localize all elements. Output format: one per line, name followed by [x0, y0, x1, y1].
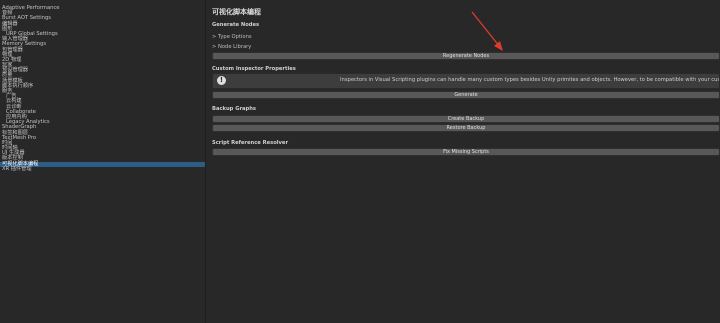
page-title: 可视化脚本编程	[212, 8, 261, 16]
generate-nodes-header: Generate Nodes	[212, 22, 260, 28]
create-backup-button[interactable]: Create Backup	[212, 115, 720, 123]
sidebar-item[interactable]: XR 插件管理	[0, 166, 205, 172]
restore-backup-button[interactable]: Restore Backup	[212, 124, 720, 132]
info-icon: !	[217, 76, 226, 85]
info-text: Inspectors in Visual Scripting plugins c…	[340, 77, 719, 83]
script-reference-resolver-header: Script Reference Resolver	[212, 140, 289, 146]
type-options-foldout[interactable]: > Type Options	[212, 34, 252, 40]
regenerate-nodes-button[interactable]: Regenerate Nodes	[212, 52, 720, 60]
visual-scripting-settings-panel: 可视化脚本编程 Generate Nodes > Type Options > …	[207, 0, 720, 323]
fix-missing-scripts-button[interactable]: Fix Missing Scripts	[212, 148, 720, 156]
settings-sidebar: Adaptive Performance 音频 Burst AOT Settings…	[0, 0, 206, 323]
node-library-foldout[interactable]: > Node Library	[212, 44, 251, 50]
info-helpbox: ! Inspectors in Visual Scripting plugins…	[212, 73, 720, 89]
generate-button[interactable]: Generate	[212, 91, 720, 99]
backup-graphs-header: Backup Graphs	[212, 106, 257, 112]
custom-inspector-header: Custom Inspector Properties	[212, 66, 296, 72]
